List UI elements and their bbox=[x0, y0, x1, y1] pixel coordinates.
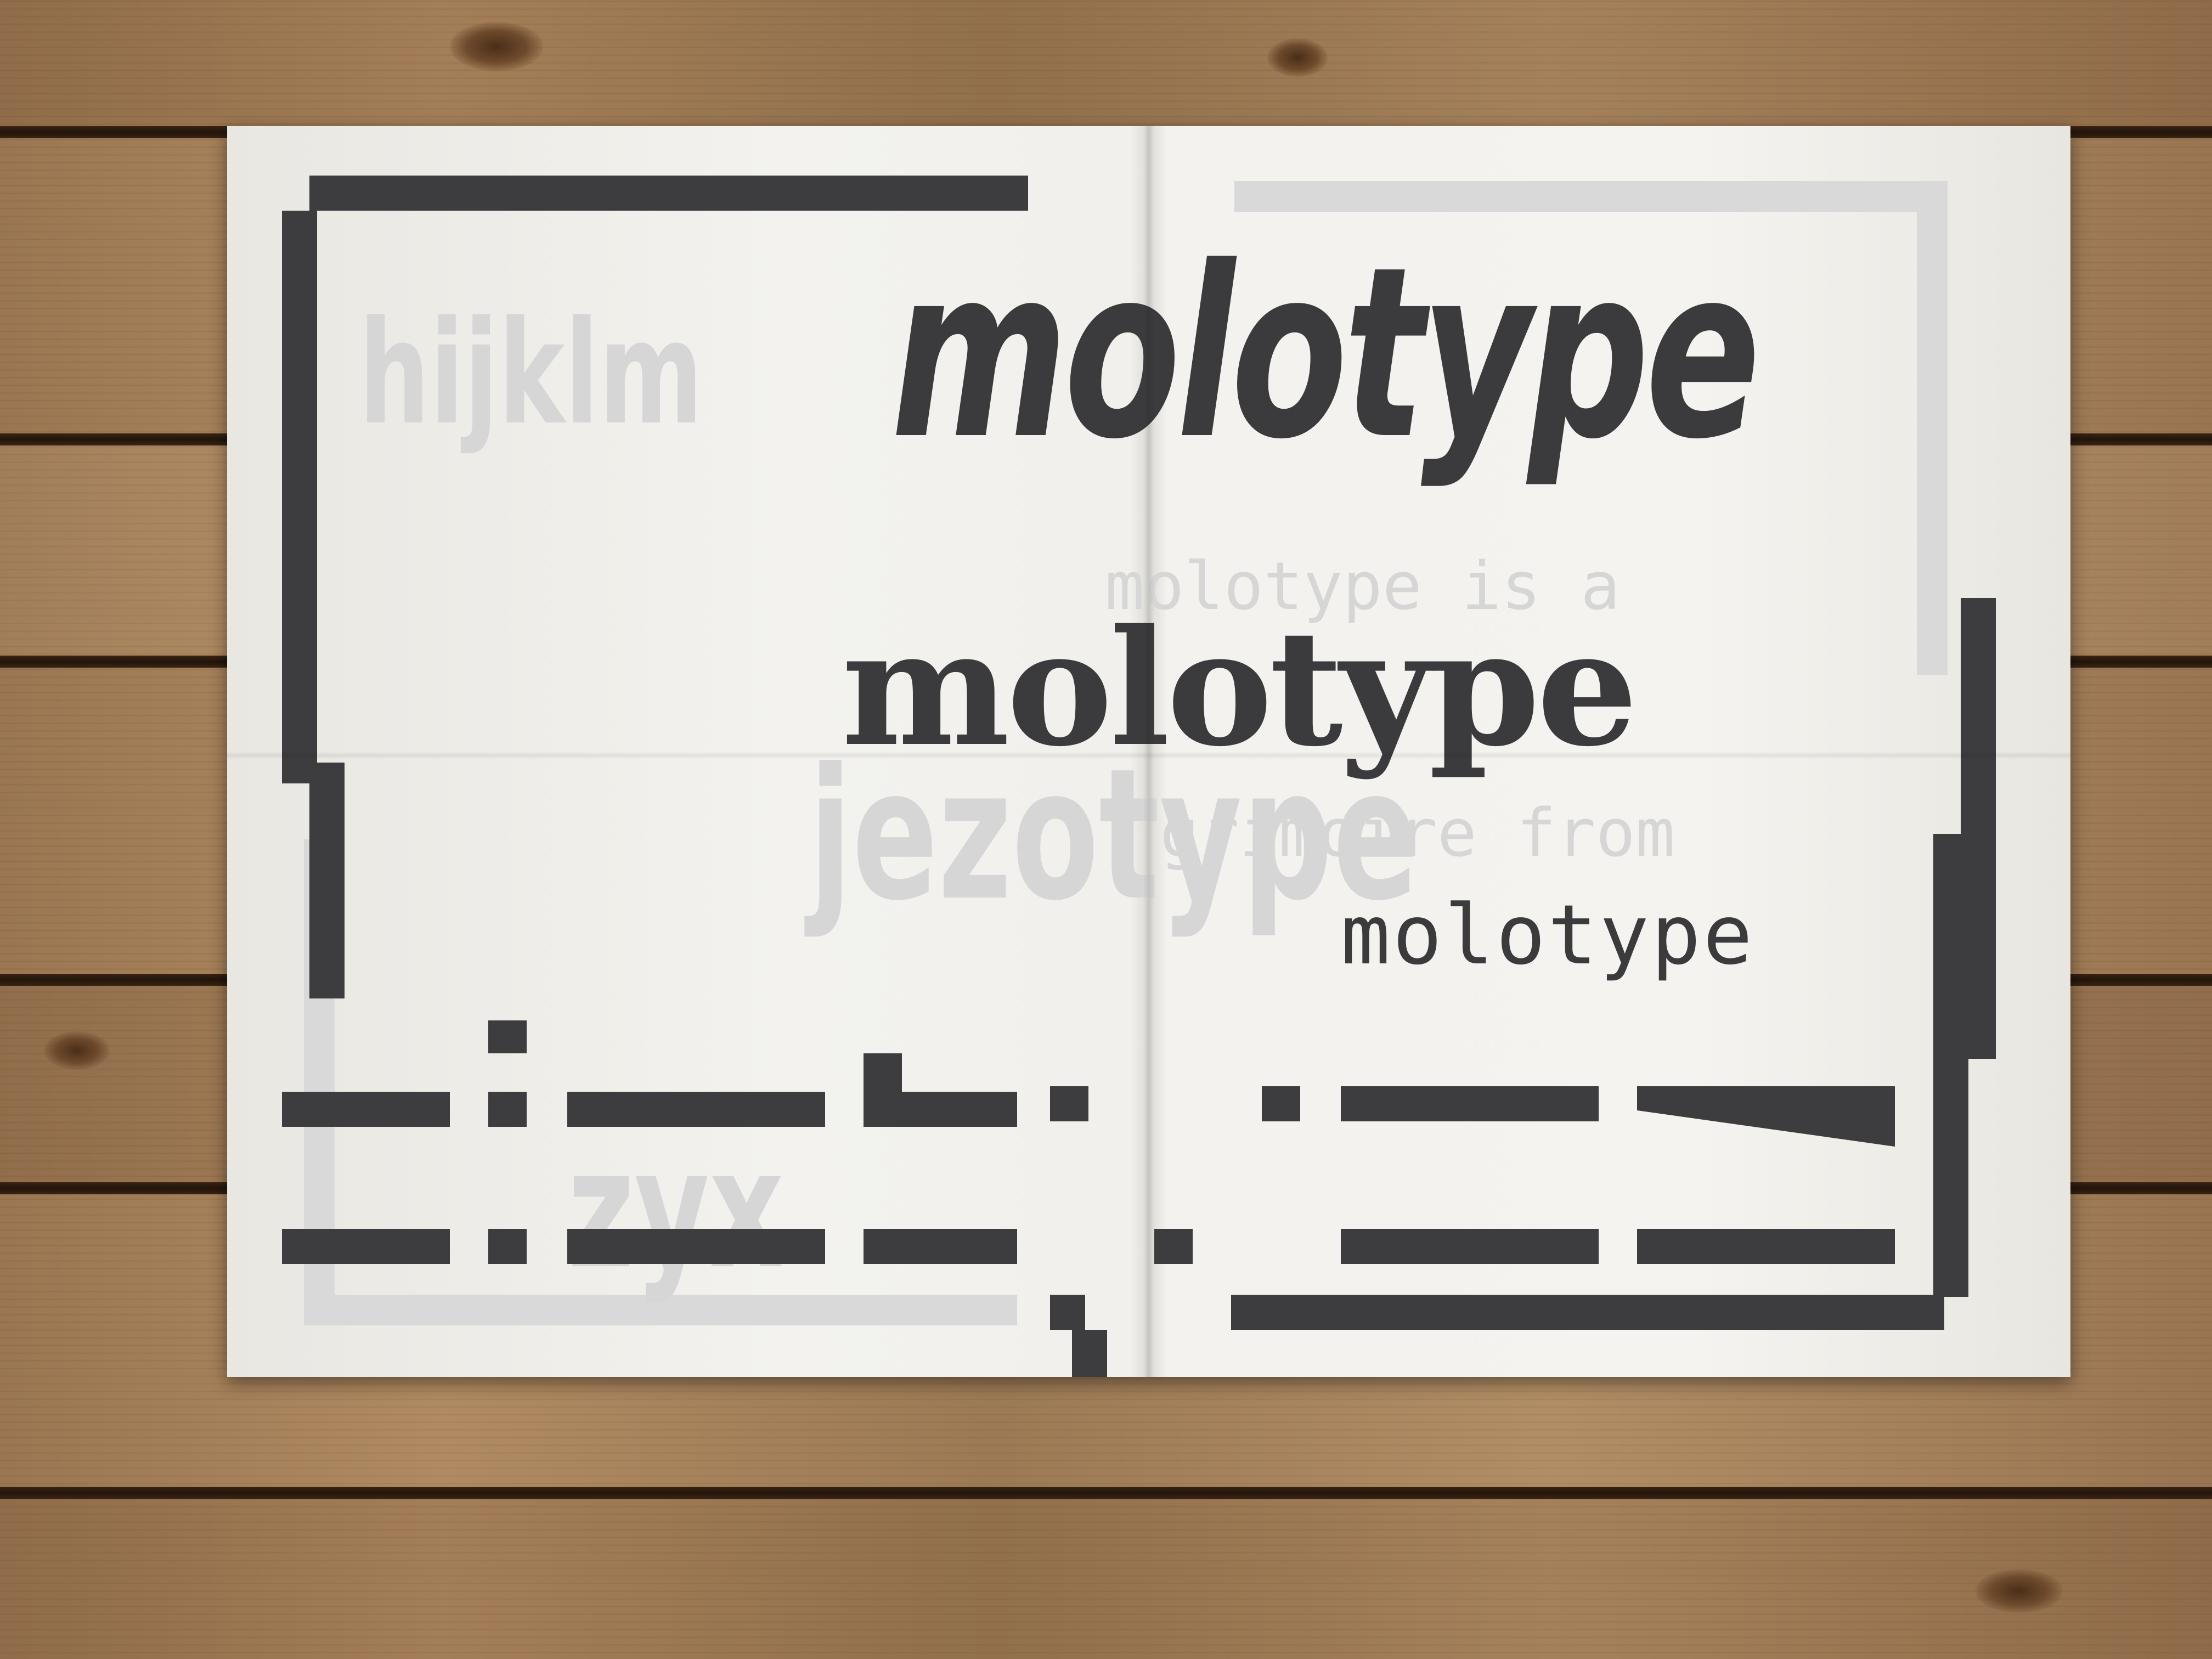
frame-right-bar-lower bbox=[1933, 834, 1968, 1273]
frame-bottom-step bbox=[1933, 1262, 1968, 1297]
headline-stencil: molotype bbox=[842, 595, 1638, 782]
ghost-line-hijklm: hijklm bbox=[359, 291, 703, 456]
dash-mark bbox=[282, 1229, 450, 1264]
ghost-line-grimoire: grimoire from bbox=[1160, 795, 1675, 872]
headline-pixel: molotype bbox=[1341, 888, 1755, 983]
frame-top-step bbox=[282, 211, 317, 246]
dash-mark bbox=[1637, 1229, 1895, 1264]
wood-knot bbox=[450, 22, 543, 71]
dash-mark bbox=[864, 1092, 1017, 1127]
headline-condensed: molotype bbox=[891, 217, 1760, 491]
ghost-frame-top bbox=[1234, 181, 1948, 212]
plank-shade bbox=[0, 1492, 2212, 1659]
photo-scene: hijklm molotype is a jezotype grimoire f… bbox=[0, 0, 2212, 1659]
dash-mark bbox=[567, 1092, 825, 1127]
plank-gap bbox=[0, 1487, 2212, 1499]
wood-knot bbox=[44, 1031, 110, 1070]
frame-bottom-bar bbox=[1231, 1295, 1944, 1330]
frame-left-bar bbox=[282, 246, 317, 783]
dot-mark bbox=[488, 1020, 527, 1053]
cross-mark bbox=[864, 1053, 902, 1092]
dot-mark bbox=[1050, 1086, 1088, 1121]
ghost-frame-right bbox=[1917, 181, 1948, 675]
molotype-poster: hijklm molotype is a jezotype grimoire f… bbox=[227, 126, 2070, 1377]
dot-mark bbox=[1262, 1086, 1300, 1121]
dash-mark bbox=[864, 1229, 1017, 1264]
dash-mark bbox=[1341, 1086, 1599, 1121]
fold-crease-vertical bbox=[1143, 126, 1154, 1377]
center-stroke bbox=[1050, 1295, 1085, 1330]
ghost-line-zyx: zyx bbox=[567, 1114, 784, 1305]
dash-mark bbox=[282, 1092, 450, 1127]
wood-knot bbox=[1975, 1569, 2063, 1613]
dot-mark bbox=[488, 1229, 527, 1264]
dash-mark bbox=[567, 1229, 825, 1264]
frame-left-bar-lower bbox=[309, 763, 345, 998]
center-stroke bbox=[1072, 1330, 1107, 1377]
wood-knot bbox=[1267, 38, 1328, 77]
wedge-mark bbox=[1637, 1086, 1895, 1147]
dot-mark bbox=[488, 1092, 527, 1127]
dash-mark bbox=[1341, 1229, 1599, 1264]
dot-mark bbox=[1154, 1229, 1193, 1264]
frame-top-bar bbox=[309, 176, 1028, 211]
plank-shade bbox=[0, 0, 2212, 132]
